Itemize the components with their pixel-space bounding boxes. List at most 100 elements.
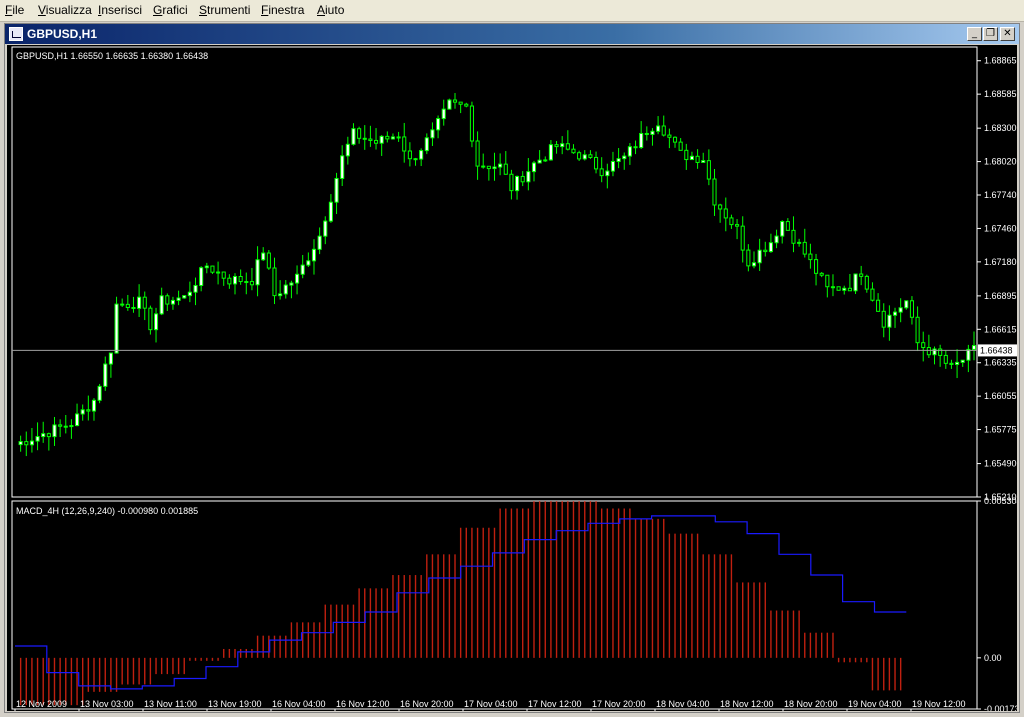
candle-body: [407, 150, 412, 160]
price-y-tick-label: 1.65490: [984, 459, 1017, 469]
x-axis-tick-label: 16 Nov 12:00: [336, 699, 390, 709]
candle-body: [58, 424, 63, 427]
candle-body: [244, 281, 249, 284]
candle-body: [554, 144, 559, 148]
chart-area[interactable]: 1.68865 1.68585 1.68300 1.68020 1.67740 1.674…: [7, 45, 1017, 711]
candle-body: [103, 363, 108, 387]
candle-body: [520, 175, 525, 183]
candle-body: [216, 271, 221, 274]
candle-body: [627, 146, 632, 157]
macd-y-tick-label: 0.005304: [984, 496, 1017, 506]
candle-body: [306, 260, 311, 266]
candle-body: [808, 253, 813, 261]
candle-body: [847, 287, 852, 292]
menu-strumenti[interactable]: Strumenti: [199, 3, 250, 17]
candle-body: [481, 165, 486, 168]
candle-body: [644, 132, 649, 136]
price-y-tick-label: 1.67740: [984, 190, 1017, 200]
chart-canvas[interactable]: 1.68865 1.68585 1.68300 1.68020 1.67740 1.674…: [7, 45, 1017, 711]
menu-grafici[interactable]: Grafici: [153, 3, 188, 17]
candle-body: [960, 359, 965, 363]
candle-body: [780, 221, 785, 237]
candle-body: [650, 130, 655, 136]
candle-body: [396, 136, 401, 139]
minimize-button[interactable]: _: [967, 27, 982, 41]
candle-body: [701, 160, 706, 163]
candle-body: [402, 136, 407, 152]
price-y-tick-label: 1.67180: [984, 257, 1017, 267]
x-axis-tick-label: 17 Nov 04:00: [464, 699, 518, 709]
candle-body: [317, 235, 322, 250]
candle-body: [672, 136, 678, 143]
candle-body: [199, 267, 204, 286]
window-title: GBPUSD,H1: [27, 27, 98, 41]
candle-body: [52, 424, 57, 438]
candle-body: [227, 277, 232, 285]
candle-body: [588, 154, 593, 158]
candle-body: [69, 425, 74, 428]
x-axis-tick-label: 12 Nov 2009: [16, 699, 67, 709]
candle-body: [876, 299, 881, 312]
candle-body: [729, 217, 734, 226]
candle-body: [41, 433, 46, 438]
candle-body: [531, 162, 537, 173]
menu-inserisci[interactable]: Inserisci: [98, 3, 142, 17]
candle-body: [492, 166, 497, 170]
candle-body: [943, 354, 948, 364]
candle-body: [548, 144, 553, 161]
candle-body: [661, 125, 666, 136]
menu-visualizza[interactable]: Visualizza: [38, 3, 92, 17]
candle-body: [932, 348, 937, 356]
candle-body: [63, 425, 68, 428]
candle-body: [345, 143, 350, 157]
candle-body: [75, 413, 80, 427]
candle-body: [904, 300, 909, 309]
candle-body: [464, 103, 469, 107]
candle-body: [881, 310, 886, 328]
price-panel-frame: [11, 46, 978, 498]
restore-button[interactable]: ❐: [983, 27, 998, 41]
candle-body: [892, 311, 898, 316]
candle-body: [289, 282, 294, 286]
candle-body: [898, 307, 903, 313]
candle-body: [340, 155, 345, 179]
x-axis-tick-label: 13 Nov 03:00: [80, 699, 134, 709]
candle-body: [723, 208, 728, 219]
candle-body: [509, 173, 514, 192]
menu-aiuto[interactable]: Aiuto: [317, 3, 344, 17]
candle-body: [390, 136, 396, 140]
x-axis-tick-label: 18 Nov 12:00: [720, 699, 774, 709]
candle-body: [210, 265, 215, 273]
close-button[interactable]: ✕: [1000, 27, 1015, 41]
candle-body: [311, 248, 317, 262]
candle-body: [328, 201, 333, 222]
candle-body: [797, 241, 802, 244]
candle-body: [746, 249, 751, 267]
candle-body: [751, 262, 757, 267]
x-axis-tick-label: 18 Nov 20:00: [784, 699, 838, 709]
price-y-tick-label: 1.68585: [984, 89, 1017, 99]
macd-y-tick-label: 0.00: [984, 653, 1002, 663]
candle-body: [740, 225, 745, 251]
candle-body: [853, 273, 858, 292]
window-titlebar[interactable]: GBPUSD,H1 _ ❐ ✕: [5, 24, 1019, 44]
candle-body: [763, 249, 768, 253]
candle-body: [187, 291, 192, 297]
price-y-tick-label: 1.67460: [984, 223, 1017, 233]
candle-body: [368, 138, 373, 141]
candle-body: [859, 273, 864, 277]
candle-body: [261, 252, 266, 261]
candle-body: [385, 135, 390, 140]
candle-body: [887, 314, 892, 328]
candle-body: [357, 128, 362, 139]
menu-finestra[interactable]: Finestra: [261, 3, 304, 17]
candle-body: [170, 299, 176, 305]
candle-body: [300, 264, 305, 275]
candle-body: [695, 155, 700, 163]
price-y-tick-label: 1.68865: [984, 56, 1017, 66]
menu-file[interactable]: File: [5, 3, 24, 17]
candle-body: [774, 235, 779, 244]
candle-body: [712, 178, 717, 206]
candle-body: [689, 155, 694, 161]
candle-body: [503, 163, 508, 175]
